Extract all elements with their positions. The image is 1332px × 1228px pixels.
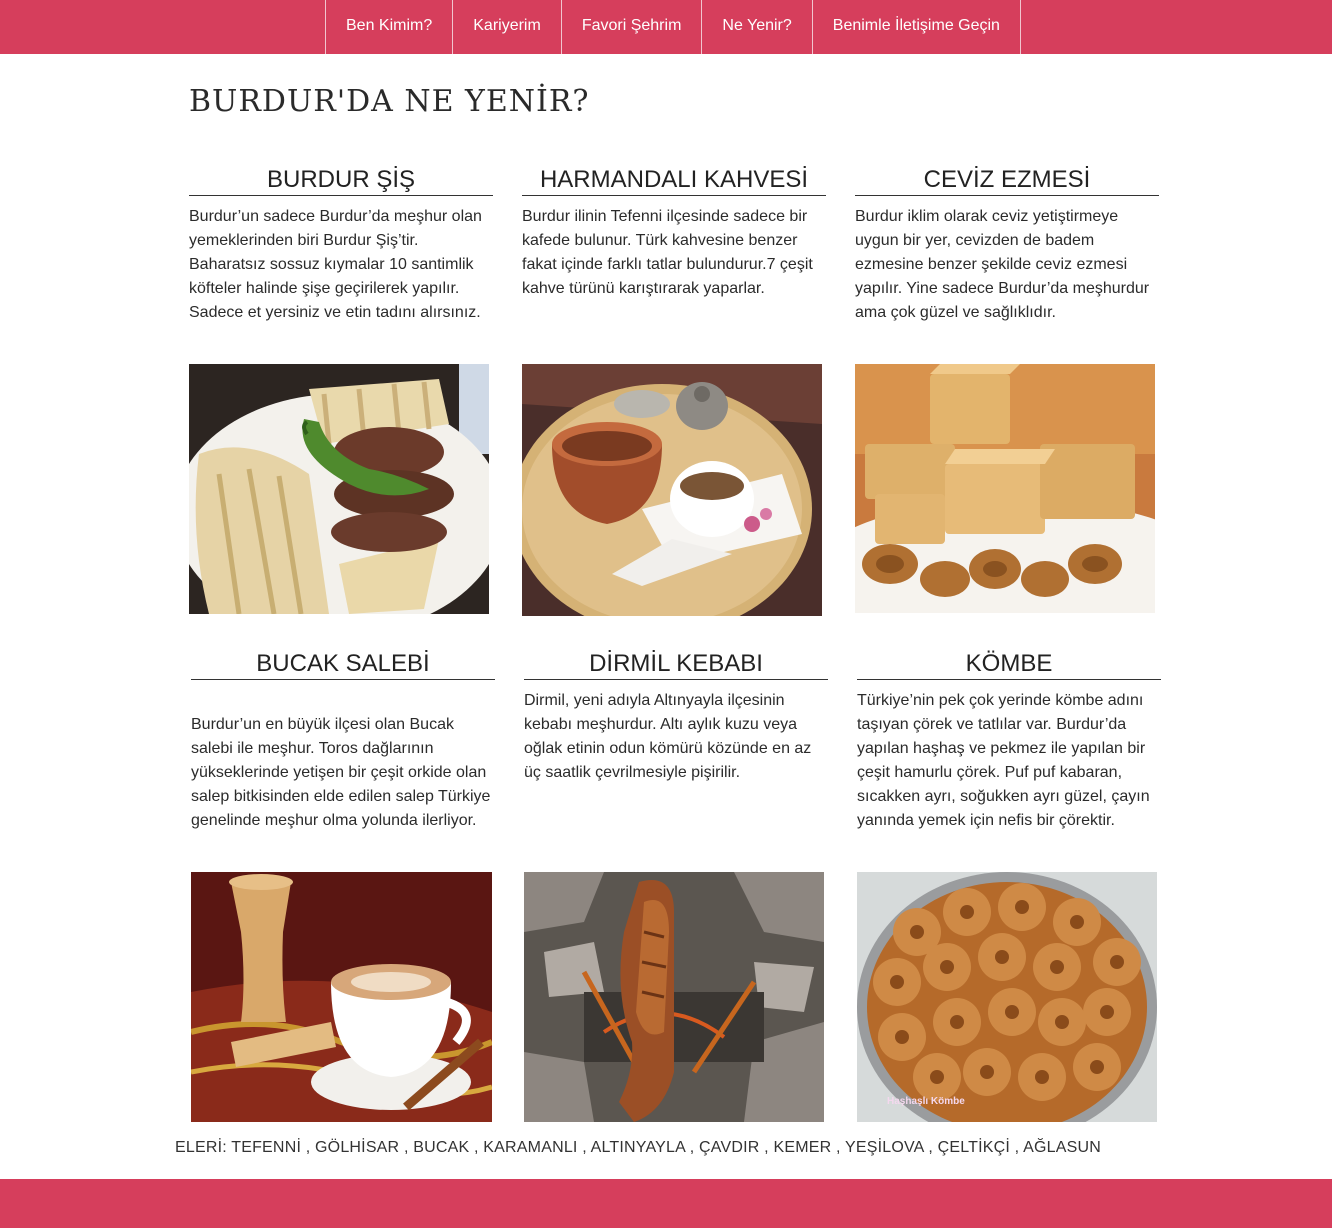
- food-title: BURDUR ŞİŞ: [189, 166, 493, 196]
- kombe-photo-caption: Haşhaşlı Kömbe: [887, 1096, 965, 1107]
- nav-item-kariyerim: Kariyerim: [452, 0, 561, 54]
- nav-link-favori-sehrim[interactable]: Favori Şehrim: [562, 0, 702, 54]
- nav-link-ne-yenir[interactable]: Ne Yenir?: [702, 0, 811, 54]
- nav-item-favori-sehrim: Favori Şehrim: [560, 0, 702, 54]
- food-description: Dirmil, yeni adıyla Altınyayla ilçesinin…: [524, 692, 812, 781]
- food-description: Burdur ilinin Tefenni ilçesinde sadece b…: [522, 208, 813, 297]
- burdur-sis-illustration: [189, 364, 489, 614]
- harmandali-kahvesi-photo: [522, 364, 822, 616]
- burdur-sis-photo: [189, 364, 489, 614]
- food-title: KÖMBE: [857, 650, 1161, 680]
- footer-bar: [0, 1179, 1332, 1228]
- dirmil-kebabi-photo: [524, 872, 824, 1122]
- nav-item-ne-yenir: Ne Yenir?: [701, 0, 811, 54]
- food-description: Burdur iklim olarak ceviz yetiştirmeye u…: [855, 208, 1150, 321]
- food-card-burdur-sis: BURDUR ŞİŞ Burdur’un sadece Burdur’da me…: [189, 166, 493, 325]
- food-description: Türkiye’nin pek çok yerinde kömbe adını …: [857, 692, 1150, 829]
- food-title: BUCAK SALEBİ: [191, 650, 495, 680]
- kombe-photo: Haşhaşlı Kömbe: [857, 872, 1157, 1122]
- nav-link-ben-kimim[interactable]: Ben Kimim?: [326, 0, 452, 54]
- nav-link-iletisim[interactable]: Benimle İletişime Geçin: [813, 0, 1020, 54]
- nav-list: Ben Kimim? Kariyerim Favori Şehrim Ne Ye…: [325, 0, 1021, 54]
- food-description: Burdur’un en büyük ilçesi olan Bucak sal…: [191, 716, 491, 829]
- top-navigation: Ben Kimim? Kariyerim Favori Şehrim Ne Ye…: [0, 0, 1332, 54]
- food-card-dirmil-kebabi: DİRMİL KEBABI Dirmil, yeni adıyla Altıny…: [524, 650, 828, 785]
- page-title: BURDUR'DA NE YENİR?: [189, 84, 590, 119]
- kombe-illustration: Haşhaşlı Kömbe: [857, 872, 1157, 1122]
- bucak-salebi-illustration: [191, 872, 492, 1122]
- food-card-bucak-salebi: BUCAK SALEBİ Burdur’un en büyük ilçesi o…: [191, 650, 495, 833]
- food-card-harmandali-kahvesi: HARMANDALI KAHVESİ Burdur ilinin Tefenni…: [522, 166, 826, 301]
- dirmil-kebabi-illustration: [524, 872, 824, 1122]
- food-title: HARMANDALI KAHVESİ: [522, 166, 826, 196]
- ceviz-ezmesi-illustration: [855, 364, 1155, 613]
- nav-item-ben-kimim: Ben Kimim?: [325, 0, 452, 54]
- food-card-kombe: KÖMBE Türkiye’nin pek çok yerinde kömbe …: [857, 650, 1161, 833]
- food-title: DİRMİL KEBABI: [524, 650, 828, 680]
- bucak-salebi-photo: [191, 872, 492, 1122]
- harmandali-kahvesi-illustration: [522, 364, 822, 616]
- ceviz-ezmesi-photo: [855, 364, 1155, 613]
- nav-item-iletisim: Benimle İletişime Geçin: [811, 0, 1021, 54]
- nav-link-kariyerim[interactable]: Kariyerim: [453, 0, 561, 54]
- food-title: CEVİZ EZMESİ: [855, 166, 1159, 196]
- districts-list: ELERİ: TEFENNİ , GÖLHİSAR , BUCAK , KARA…: [175, 1139, 1101, 1156]
- food-card-ceviz-ezmesi: CEVİZ EZMESİ Burdur iklim olarak ceviz y…: [855, 166, 1159, 325]
- food-description: Burdur’un sadece Burdur’da meşhur olan y…: [189, 208, 482, 321]
